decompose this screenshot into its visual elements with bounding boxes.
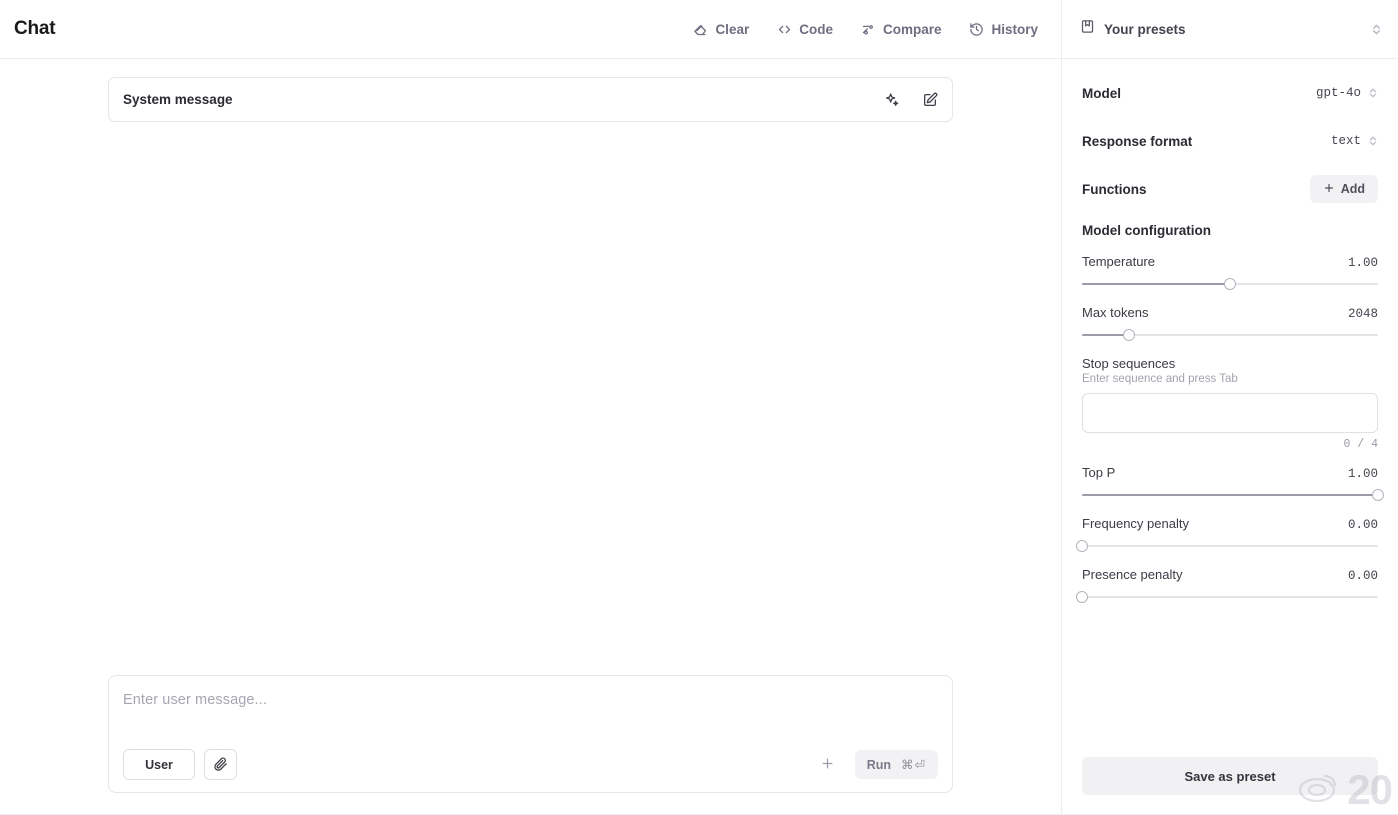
model-configuration-title: Model configuration [1082, 223, 1211, 238]
add-function-label: Add [1340, 182, 1365, 196]
param-presence-penalty-head: Presence penalty 0.00 [1082, 567, 1378, 583]
stop-sequences-group: Stop sequences Enter sequence and press … [1082, 356, 1378, 451]
max-tokens-slider[interactable] [1082, 328, 1378, 342]
system-message-actions [884, 92, 938, 108]
composer-right-actions: Run ⌘⏎ [813, 750, 938, 779]
top-bar-main-section: Chat Clear Code Compare History [0, 0, 1062, 58]
compare-icon [861, 22, 876, 37]
run-label: Run [866, 757, 892, 772]
chat-column: System message Enter user message... Use… [0, 59, 1062, 815]
slider-track [1082, 596, 1378, 598]
response-format-chevron-up-down-icon[interactable] [1368, 135, 1378, 147]
response-format-label: Response format [1082, 133, 1193, 149]
edit-square-icon[interactable] [922, 92, 938, 108]
param-temperature: Temperature 1.00 [1082, 254, 1378, 291]
history-button[interactable]: History [966, 17, 1041, 42]
code-icon [777, 22, 792, 37]
stop-sequences-label: Stop sequences [1082, 356, 1176, 371]
run-button[interactable]: Run ⌘⏎ [854, 750, 938, 779]
response-format-row[interactable]: Response format text [1082, 127, 1378, 155]
param-max-tokens: Max tokens 2048 [1082, 305, 1378, 342]
temperature-slider[interactable] [1082, 277, 1378, 291]
model-label: Model [1082, 85, 1121, 101]
param-top-p-value: 1.00 [1347, 467, 1378, 481]
frequency-penalty-slider[interactable] [1076, 539, 1378, 553]
stop-sequences-count: 0 / 4 [1343, 438, 1378, 451]
code-button[interactable]: Code [774, 17, 836, 42]
bookmark-icon [1080, 19, 1095, 39]
param-top-p-head: Top P 1.00 [1082, 465, 1378, 481]
slider-track [1082, 545, 1378, 547]
param-temperature-value: 1.00 [1347, 256, 1378, 270]
system-message-card[interactable]: System message [108, 77, 953, 122]
param-presence-penalty-value: 0.00 [1347, 569, 1378, 583]
param-frequency-penalty-label: Frequency penalty [1082, 516, 1189, 531]
slider-thumb[interactable] [1123, 329, 1136, 341]
run-shortcut: ⌘⏎ [901, 758, 926, 772]
stop-sequences-input[interactable] [1082, 393, 1378, 433]
stop-sequences-help: Enter sequence and press Tab [1082, 373, 1238, 385]
model-chevron-up-down-icon[interactable] [1368, 87, 1378, 99]
slider-thumb[interactable] [1076, 591, 1088, 603]
save-as-preset-button[interactable]: Save as preset [1082, 757, 1378, 795]
slider-thumb[interactable] [1224, 278, 1236, 290]
message-composer[interactable]: Enter user message... User Run ⌘⏎ [108, 675, 953, 793]
attach-button[interactable] [204, 749, 237, 780]
param-presence-penalty-label: Presence penalty [1082, 567, 1183, 582]
history-label: History [991, 21, 1038, 37]
paperclip-icon [213, 756, 228, 774]
conversation-area [108, 122, 953, 675]
code-label: Code [799, 21, 833, 37]
param-frequency-penalty: Frequency penalty 0.00 [1076, 516, 1378, 553]
page-title: Chat [14, 18, 56, 39]
slider-fill [1082, 283, 1230, 285]
presence-penalty-slider[interactable] [1076, 590, 1378, 604]
plus-icon [1323, 182, 1335, 197]
chevron-up-down-icon[interactable] [1371, 23, 1382, 36]
body: System message Enter user message... Use… [0, 59, 1398, 815]
user-message-input[interactable]: Enter user message... [123, 692, 938, 708]
slider-fill [1082, 334, 1130, 336]
param-top-p: Top P 1.00 [1082, 465, 1384, 502]
slider-thumb[interactable] [1372, 489, 1384, 501]
clear-label: Clear [715, 21, 750, 37]
top-p-slider[interactable] [1082, 488, 1384, 502]
top-bar-actions: Clear Code Compare History [690, 17, 1041, 42]
history-icon [969, 22, 984, 37]
panel-spacer [1082, 618, 1378, 757]
param-max-tokens-head: Max tokens 2048 [1082, 305, 1378, 321]
system-message-label: System message [123, 92, 233, 107]
eraser-icon [693, 22, 708, 37]
functions-label: Functions [1082, 181, 1147, 197]
add-function-button[interactable]: Add [1309, 175, 1378, 203]
param-top-p-label: Top P [1082, 465, 1116, 480]
settings-panel: Model gpt-4o Response format text Functi… [1062, 59, 1398, 815]
add-message-button[interactable] [813, 751, 843, 779]
top-bar: Chat Clear Code Compare History Your pre… [0, 0, 1398, 59]
param-max-tokens-label: Max tokens [1082, 305, 1149, 320]
slider-fill [1082, 494, 1378, 496]
role-selector-button[interactable]: User [123, 749, 195, 780]
clear-button[interactable]: Clear [690, 17, 752, 42]
presets-label: Your presets [1104, 21, 1186, 37]
sparkle-icon[interactable] [884, 92, 900, 108]
compare-button[interactable]: Compare [858, 17, 945, 42]
presets-bar[interactable]: Your presets [1062, 0, 1398, 58]
model-value: gpt-4o [1315, 86, 1361, 100]
slider-thumb[interactable] [1076, 540, 1088, 552]
compare-label: Compare [882, 21, 942, 37]
playground-app: Chat Clear Code Compare History Your pre… [0, 0, 1398, 815]
plus-icon [820, 756, 835, 774]
param-presence-penalty: Presence penalty 0.00 [1076, 567, 1378, 604]
param-max-tokens-value: 2048 [1347, 307, 1378, 321]
composer-toolbar: User Run ⌘⏎ [123, 749, 938, 780]
model-row[interactable]: Model gpt-4o [1082, 79, 1378, 107]
response-format-value: text [1330, 134, 1361, 148]
functions-row: Functions Add [1082, 175, 1378, 203]
param-temperature-head: Temperature 1.00 [1082, 254, 1378, 270]
param-temperature-label: Temperature [1082, 254, 1155, 269]
param-frequency-penalty-head: Frequency penalty 0.00 [1082, 516, 1378, 532]
param-frequency-penalty-value: 0.00 [1347, 518, 1378, 532]
